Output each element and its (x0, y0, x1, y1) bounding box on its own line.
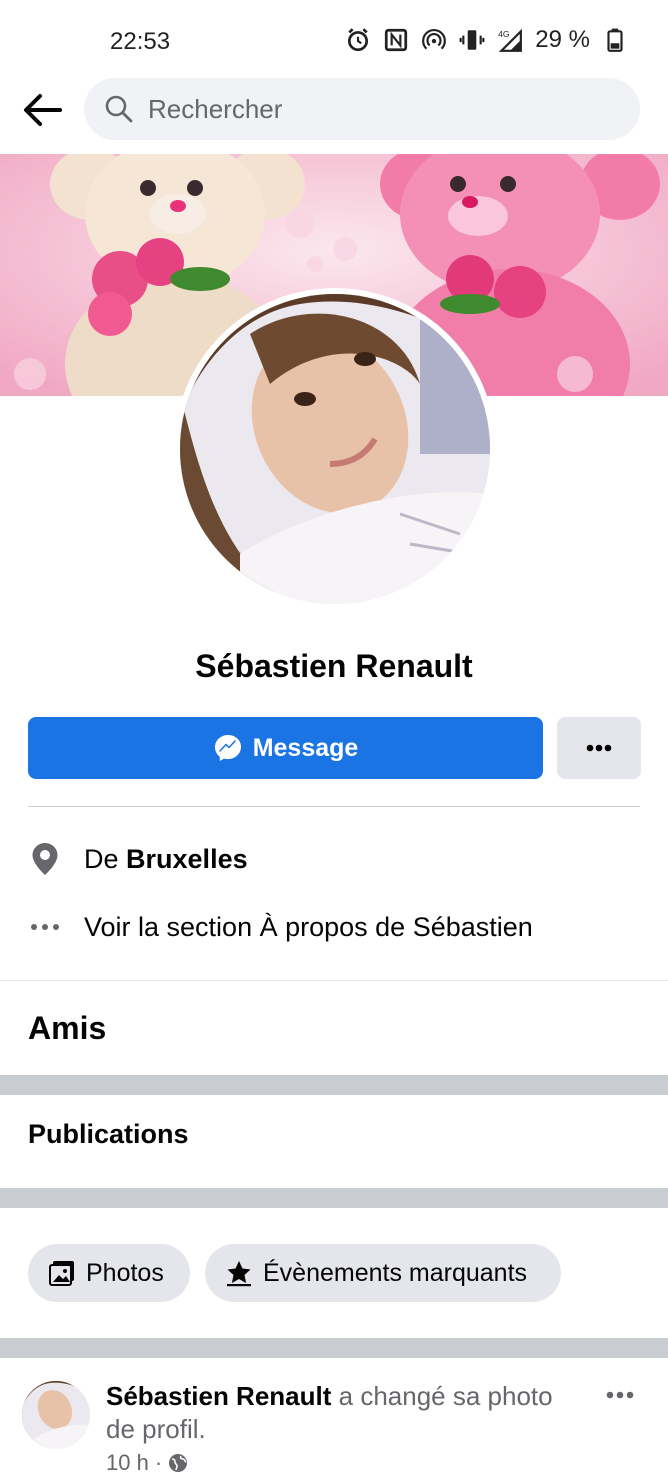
more-options-button[interactable] (557, 717, 641, 779)
divider (28, 806, 640, 807)
hotspot-icon (421, 27, 447, 53)
location-city: Bruxelles (126, 843, 248, 874)
post-header-text: Sébastien Renault a changé sa photo de p… (106, 1380, 576, 1446)
message-button[interactable]: Message (28, 717, 543, 779)
friends-title[interactable]: Amis (28, 1010, 106, 1047)
about-row[interactable]: Voir la section À propos de Sébastien (28, 903, 640, 951)
section-separator (0, 1338, 668, 1358)
section-separator (0, 1075, 668, 1095)
more-dots-icon (586, 744, 612, 752)
header (0, 78, 668, 142)
star-icon (227, 1261, 251, 1287)
photos-chip-label: Photos (86, 1258, 164, 1287)
profile-picture (180, 294, 490, 604)
battery-percent: 29 % (535, 26, 590, 53)
highlights-chip[interactable]: Évènements marquants (205, 1244, 561, 1302)
about-dots-icon (28, 910, 62, 944)
svg-text:4G: 4G (498, 29, 510, 39)
back-button[interactable] (18, 88, 66, 132)
status-bar: 22:53 4G 29 % (0, 0, 668, 80)
post-time[interactable]: 10 h (106, 1450, 149, 1476)
post-options-button[interactable] (600, 1380, 640, 1410)
messenger-icon (214, 735, 241, 761)
globe-icon (169, 1454, 188, 1472)
post-meta-separator: · (154, 1450, 163, 1475)
vibrate-icon (459, 27, 485, 53)
signal-icon: 4G (497, 27, 523, 53)
post-author-avatar[interactable] (22, 1381, 90, 1449)
post-author-name[interactable]: Sébastien Renault (106, 1381, 331, 1411)
profile-name: Sébastien Renault (195, 648, 473, 684)
alarm-icon (345, 27, 371, 53)
message-button-label: Message (252, 733, 359, 762)
photos-chip[interactable]: Photos (28, 1244, 190, 1302)
nfc-icon (383, 27, 409, 53)
location-row: De Bruxelles (28, 835, 640, 883)
post-meta: 10 h · (106, 1450, 188, 1476)
about-link[interactable]: Voir la section À propos de Sébastien (84, 912, 533, 943)
search-icon (105, 95, 133, 123)
profile-picture-frame[interactable] (174, 288, 496, 610)
separator (0, 980, 668, 981)
photos-icon (49, 1261, 74, 1286)
more-dots-icon (606, 1391, 634, 1399)
search-bar[interactable] (84, 78, 640, 140)
arrow-left-icon (24, 94, 62, 126)
status-icons: 4G 29 % (345, 26, 628, 54)
location-pin-icon (28, 842, 62, 876)
location-prefix: De (84, 843, 119, 874)
posts-title: Publications (28, 1119, 189, 1149)
battery-icon (602, 27, 628, 53)
status-time: 22:53 (110, 28, 171, 55)
search-input[interactable] (146, 92, 610, 126)
section-separator (0, 1188, 668, 1208)
highlights-chip-label: Évènements marquants (263, 1258, 528, 1287)
